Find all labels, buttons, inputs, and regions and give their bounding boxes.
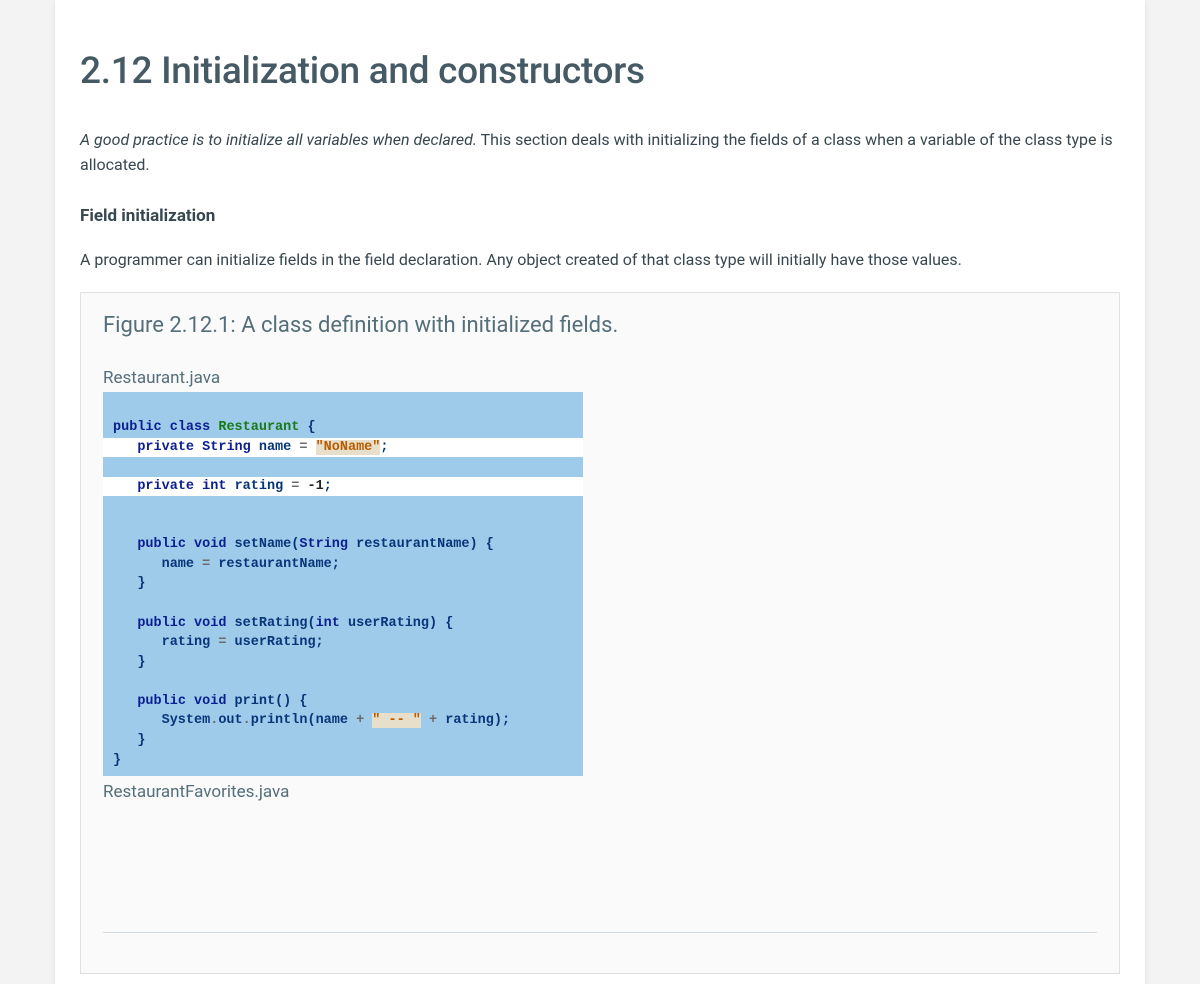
code-block-restaurant: public class Restaurant { private String… (103, 392, 583, 776)
field-init-heading: Field initialization (80, 206, 1120, 226)
code-line-3-highlight: private int rating = -1; (103, 477, 583, 497)
code-line-14: System.out.println(name + " -- " + ratin… (103, 713, 520, 728)
code-line-2-highlight: private String name = "NoName"; (103, 438, 583, 458)
code-line-11: } (103, 655, 155, 670)
file-label-restaurant: Restaurant.java (103, 368, 1097, 388)
code-line-blank-3 (103, 674, 131, 689)
code-line-blank-1 (103, 518, 131, 533)
code-line-7: } (103, 576, 155, 591)
figure-divider (103, 932, 1097, 933)
code-line-5: public void setName(String restaurantNam… (103, 537, 504, 552)
code-line-15: } (103, 733, 155, 748)
figure-box: Figure 2.12.1: A class definition with i… (80, 292, 1120, 974)
code-line-16: } (103, 753, 131, 768)
figure-title: Figure 2.12.1: A class definition with i… (103, 313, 1097, 338)
intro-paragraph: A good practice is to initialize all var… (80, 128, 1120, 178)
code-line-6: name = restaurantName; (103, 557, 350, 572)
section-title: 2.12 Initialization and constructors (80, 50, 1120, 93)
intro-italic: A good practice is to initialize all var… (80, 130, 477, 149)
code-line-blank-2 (103, 596, 131, 611)
file-label-restaurant-favorites: RestaurantFavorites.java (103, 782, 1097, 802)
content-card: 2.12 Initialization and constructors A g… (55, 0, 1145, 984)
code-line-13: public void print() { (103, 694, 317, 709)
code-line-1: public class Restaurant { (103, 420, 326, 435)
field-init-body: A programmer can initialize fields in th… (80, 248, 1120, 273)
code-line-10: rating = userRating; (103, 635, 334, 650)
page-wrapper: 2.12 Initialization and constructors A g… (0, 0, 1200, 984)
code-line-9: public void setRating(int userRating) { (103, 616, 463, 631)
